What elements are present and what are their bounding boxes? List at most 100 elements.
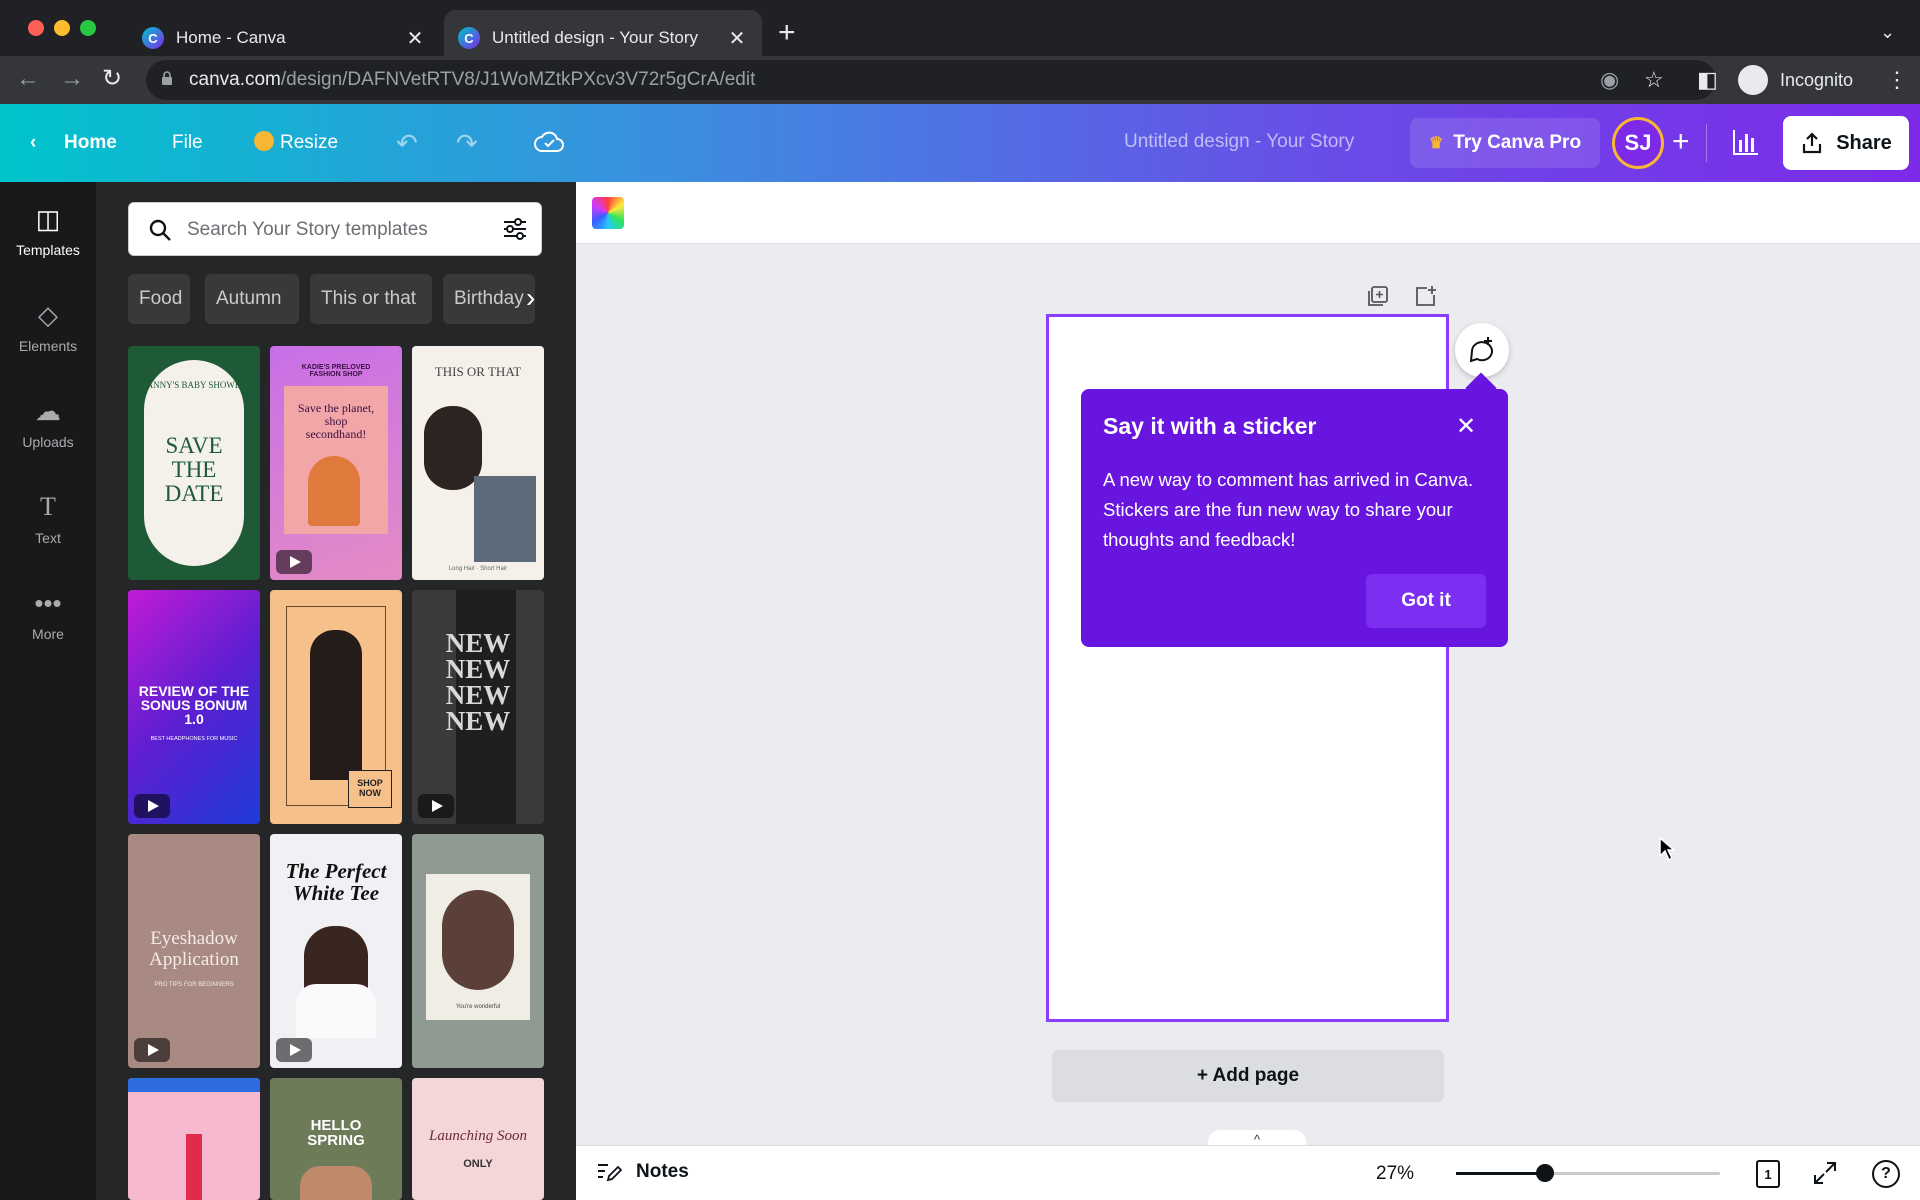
text-icon: T [40, 492, 56, 521]
video-play-icon [134, 1038, 170, 1062]
close-window-button[interactable] [28, 20, 44, 36]
try-pro-label: Try Canva Pro [1453, 132, 1582, 153]
rail-item-elements[interactable]: ◇ Elements [0, 300, 96, 354]
resize-button[interactable]: Resize [254, 127, 338, 159]
incognito-indicator[interactable]: Incognito [1738, 64, 1853, 96]
template-headline: REVIEW OF THE SONUS BONUM 1.0 [138, 683, 250, 727]
star-bookmark-icon[interactable]: ☆ [1644, 66, 1664, 94]
help-button[interactable]: ? [1872, 1160, 1900, 1188]
reload-icon[interactable]: ↻ [102, 64, 122, 94]
template-thumbnail[interactable]: Launching Soon ONLY [412, 1078, 544, 1200]
canva-favicon-icon: C [142, 27, 164, 49]
add-page-button[interactable]: + Add page [1052, 1050, 1444, 1102]
fullscreen-expand-icon[interactable] [1812, 1160, 1838, 1186]
popup-title: Say it with a sticker [1103, 413, 1317, 439]
template-thumbnail[interactable]: NEW NEW NEW NEW [412, 590, 544, 824]
notes-pencil-icon [598, 1164, 622, 1182]
close-icon[interactable]: ✕ [1456, 414, 1476, 440]
filter-chip-autumn[interactable]: Autumn [205, 274, 299, 324]
template-thumbnail[interactable]: HELLO SPRING [270, 1078, 402, 1200]
resize-label: Resize [280, 132, 339, 153]
side-panel-icon[interactable]: ◧ [1697, 66, 1718, 94]
tab-list-chevron-icon[interactable]: ⌄ [1880, 22, 1895, 43]
search-icon [149, 219, 171, 241]
video-play-icon [276, 1038, 312, 1062]
redo-icon[interactable]: ↷ [456, 128, 478, 158]
template-subtext: ONLY [463, 1158, 493, 1170]
got-it-button[interactable]: Got it [1366, 574, 1486, 628]
rail-item-uploads[interactable]: ☁ Uploads [0, 396, 96, 450]
template-thumbnail[interactable]: SANNY'S BABY SHOWER SAVE THE DATE [128, 346, 260, 580]
popup-body: A new way to comment has arrived in Canv… [1103, 469, 1474, 550]
template-thumbnail[interactable]: SHOP NOW [270, 590, 402, 824]
close-tab-icon[interactable]: ✕ [726, 26, 748, 51]
zoom-percentage[interactable]: 27% [1376, 1163, 1414, 1185]
user-avatar[interactable]: SJ [1612, 117, 1664, 169]
template-thumbnail[interactable] [128, 1078, 260, 1200]
eye-off-icon[interactable]: ◉ [1600, 66, 1619, 94]
insights-chart-icon[interactable] [1730, 126, 1760, 158]
tab-title: Home - Canva [176, 28, 286, 47]
templates-icon: ◫ [35, 204, 61, 234]
template-thumbnail[interactable]: You're wonderful [412, 834, 544, 1068]
rail-item-label: Uploads [22, 434, 74, 450]
undo-icon[interactable]: ↶ [396, 128, 418, 158]
filter-chip-food[interactable]: Food [128, 274, 190, 324]
invite-plus-icon[interactable]: + [1672, 124, 1690, 160]
url-path: /design/DAFNVetRTV8/J1WoMZtkPXcv3V72r5gC… [280, 69, 756, 90]
template-headline: Launching Soon [429, 1128, 527, 1144]
notes-button[interactable]: Notes [596, 1160, 689, 1184]
share-label: Share [1836, 131, 1892, 154]
template-thumbnail[interactable]: THIS OR THAT Long Hair · Short Hair [412, 346, 544, 580]
rail-item-text[interactable]: T Text [0, 492, 96, 546]
template-thumbnail[interactable]: REVIEW OF THE SONUS BONUM 1.0 BEST HEADP… [128, 590, 260, 824]
home-button[interactable]: Home [64, 127, 117, 159]
header-divider [1706, 124, 1707, 162]
url-text[interactable]: canva.com/design/DAFNVetRTV8/J1WoMZtkPXc… [189, 69, 755, 91]
filter-chip-birthday[interactable]: Birthday [443, 274, 535, 324]
incognito-label: Incognito [1780, 69, 1854, 90]
context-toolbar [576, 182, 1920, 244]
incognito-icon [1738, 65, 1768, 95]
upload-share-icon [1803, 132, 1822, 154]
rail-item-label: Templates [16, 242, 80, 258]
design-title[interactable]: Untitled design - Your Story [1124, 131, 1354, 153]
forward-arrow-icon[interactable]: → [60, 64, 84, 94]
close-tab-icon[interactable]: ✕ [404, 26, 426, 51]
rail-item-templates[interactable]: ◫ Templates [0, 204, 96, 258]
add-page-icon[interactable] [1414, 285, 1438, 307]
template-headline: You're wonderful [455, 1004, 501, 1010]
template-thumbnail[interactable]: KADIE'S PRELOVED FASHION SHOP Save the p… [270, 346, 402, 580]
chips-next-arrow-icon[interactable]: › [526, 282, 535, 314]
template-subtext: KADIE'S PRELOVED FASHION SHOP [301, 364, 371, 378]
browser-menu-icon[interactable]: ⋮ [1886, 66, 1908, 94]
notes-label: Notes [636, 1161, 689, 1182]
new-tab-icon[interactable]: + [778, 18, 796, 48]
zoom-slider-fill [1456, 1172, 1546, 1175]
crown-icon: ♛ [1428, 135, 1444, 152]
page-count-button[interactable]: 1 [1756, 1160, 1780, 1188]
zoom-slider-handle[interactable] [1536, 1164, 1555, 1182]
back-home-chevron-icon[interactable]: ‹ [30, 127, 36, 159]
duplicate-page-icon[interactable] [1366, 285, 1390, 307]
template-thumbnail[interactable]: The Perfect White Tee [270, 834, 402, 1068]
rail-item-more[interactable]: ••• More [0, 588, 96, 642]
file-menu-button[interactable]: File [172, 127, 203, 159]
share-button[interactable]: Share [1783, 116, 1909, 170]
rail-item-label: More [32, 626, 64, 642]
comment-sticker-icon[interactable] [1455, 323, 1509, 377]
template-headline: The Perfect White Tee [285, 859, 387, 905]
canva-favicon-icon: C [458, 27, 480, 49]
filter-chip-this-or-that[interactable]: This or that [310, 274, 432, 324]
background-color-swatch[interactable] [592, 197, 624, 229]
filter-sliders-icon[interactable] [502, 216, 528, 242]
back-arrow-icon[interactable]: ← [16, 64, 40, 94]
minimize-window-button[interactable] [54, 20, 70, 36]
template-headline: SAVE THE DATE [164, 433, 224, 506]
try-canva-pro-button[interactable]: ♛ Try Canva Pro [1410, 118, 1600, 168]
cloud-saved-icon[interactable] [534, 131, 564, 153]
maximize-window-button[interactable] [80, 20, 96, 36]
tab-title: Untitled design - Your Story [492, 28, 699, 47]
template-thumbnail[interactable]: Eyeshadow Application PRO TIPS FOR BEGIN… [128, 834, 260, 1068]
video-play-icon [276, 550, 312, 574]
